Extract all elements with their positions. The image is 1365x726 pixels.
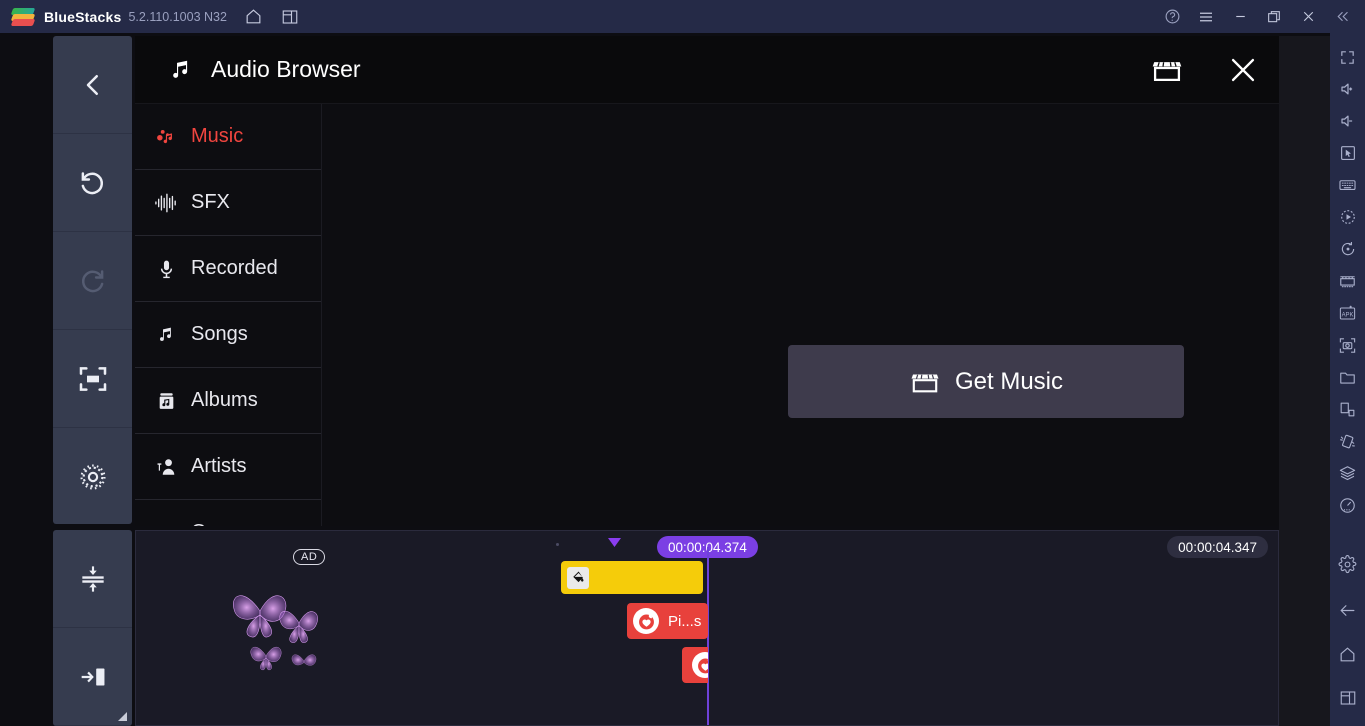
keyframe-marker-icon[interactable] — [608, 538, 621, 547]
category-item-recorded[interactable]: Recorded — [135, 236, 321, 302]
home-icon[interactable] — [243, 6, 265, 28]
timeline-panel[interactable]: 00:00:04.374 00:00:04.347 — [135, 530, 1279, 726]
category-label: SFX — [191, 191, 230, 213]
resize-corner-icon[interactable] — [118, 712, 127, 721]
category-item-music[interactable]: Music — [135, 104, 321, 170]
app-version: 5.2.110.1003 N32 — [128, 9, 227, 24]
total-duration-badge: 00:00:04.347 — [1167, 536, 1268, 558]
category-label: Genres — [191, 521, 257, 526]
ruler-tick — [556, 543, 559, 546]
fullscreen-icon[interactable] — [1330, 41, 1365, 73]
album-icon — [153, 390, 179, 412]
shake-icon[interactable] — [1330, 425, 1365, 457]
audio-content-area: Get Music — [322, 104, 1279, 526]
storefront-icon — [909, 366, 941, 398]
volume-down-icon[interactable] — [1330, 105, 1365, 137]
get-music-button[interactable]: Get Music — [788, 345, 1184, 418]
volume-up-icon[interactable] — [1330, 73, 1365, 105]
genre-icon — [153, 522, 179, 526]
layers-icon[interactable] — [1330, 457, 1365, 489]
category-list: Music SFX Recorded Songs Albums Artists — [135, 104, 322, 526]
get-music-label: Get Music — [954, 367, 1064, 395]
gear-icon[interactable] — [1330, 548, 1365, 580]
back-arrow-icon[interactable] — [1330, 594, 1365, 626]
eco-mode-icon[interactable] — [1330, 489, 1365, 521]
category-label: Artists — [191, 455, 247, 477]
close-icon[interactable] — [1291, 0, 1325, 33]
svg-text:APK: APK — [1342, 312, 1354, 318]
color-clip[interactable] — [561, 561, 703, 594]
multi-instance-manager-icon[interactable] — [1330, 265, 1365, 297]
category-label: Recorded — [191, 257, 278, 279]
artist-icon — [153, 456, 179, 478]
category-item-songs[interactable]: Songs — [135, 302, 321, 368]
pointer-icon[interactable] — [1330, 137, 1365, 169]
category-item-genres[interactable]: Genres — [135, 500, 321, 526]
help-icon[interactable] — [1155, 0, 1189, 33]
title-bar: BlueStacks 5.2.110.1003 N32 — [0, 0, 1365, 33]
home-icon[interactable] — [1330, 638, 1365, 670]
category-item-albums[interactable]: Albums — [135, 368, 321, 434]
microphone-icon — [153, 258, 179, 280]
category-label: Albums — [191, 389, 258, 411]
app-name: BlueStacks — [44, 8, 122, 25]
minimize-icon[interactable] — [1223, 0, 1257, 33]
multi-instance-icon[interactable] — [279, 6, 301, 28]
left-tool-rail — [53, 36, 132, 726]
undo-button[interactable] — [53, 134, 132, 232]
install-apk-icon[interactable]: APK — [1330, 297, 1365, 329]
butterfly-preview — [228, 571, 348, 676]
menu-icon[interactable] — [1189, 0, 1223, 33]
heart-circle-icon — [633, 608, 659, 634]
page-title: Audio Browser — [211, 56, 361, 82]
sticker-clip-2[interactable] — [682, 647, 708, 683]
bluestacks-window: BlueStacks 5.2.110.1003 N32 Audio Browse… — [0, 0, 1365, 726]
waveform-icon — [153, 192, 179, 214]
fit-to-screen-button[interactable] — [53, 330, 132, 428]
screenshot-icon[interactable] — [1330, 329, 1365, 361]
collapse-icon[interactable] — [1325, 0, 1359, 33]
back-button[interactable] — [53, 36, 132, 134]
settings-button[interactable] — [53, 428, 132, 524]
sticker-clip-label: Pi...s — [668, 612, 702, 630]
record-macro-icon[interactable] — [1330, 201, 1365, 233]
category-label: Songs — [191, 323, 248, 345]
category-item-artists[interactable]: Artists — [135, 434, 321, 500]
right-tool-sidebar: APK — [1330, 33, 1365, 726]
heart-circle-icon — [692, 652, 708, 678]
recents-icon[interactable] — [1330, 682, 1365, 714]
panel-gap — [1279, 36, 1330, 726]
paint-bucket-icon — [567, 566, 589, 589]
sticker-clip[interactable]: Pi...s — [627, 603, 708, 639]
vertical-align-button[interactable] — [53, 530, 132, 628]
music-note-icon — [168, 56, 195, 83]
ad-badge: AD — [293, 549, 326, 565]
maximize-icon[interactable] — [1257, 0, 1291, 33]
bluestacks-logo-icon — [10, 6, 36, 28]
audio-browser-header: Audio Browser — [135, 36, 1279, 104]
redo-button — [53, 232, 132, 330]
keymapping-icon[interactable] — [1330, 169, 1365, 201]
close-browser-button[interactable] — [1219, 46, 1267, 94]
store-button[interactable] — [1143, 46, 1191, 94]
media-folder-icon[interactable] — [1330, 361, 1365, 393]
music-bubbles-icon — [153, 126, 179, 148]
music-note-icon — [153, 324, 179, 345]
category-item-sfx[interactable]: SFX — [135, 170, 321, 236]
rotate-icon[interactable] — [1330, 233, 1365, 265]
audio-browser-panel: Audio Browser Music SFX Recorded Songs A… — [135, 36, 1279, 526]
category-label: Music — [191, 125, 244, 147]
tilt-icon[interactable] — [1330, 393, 1365, 425]
